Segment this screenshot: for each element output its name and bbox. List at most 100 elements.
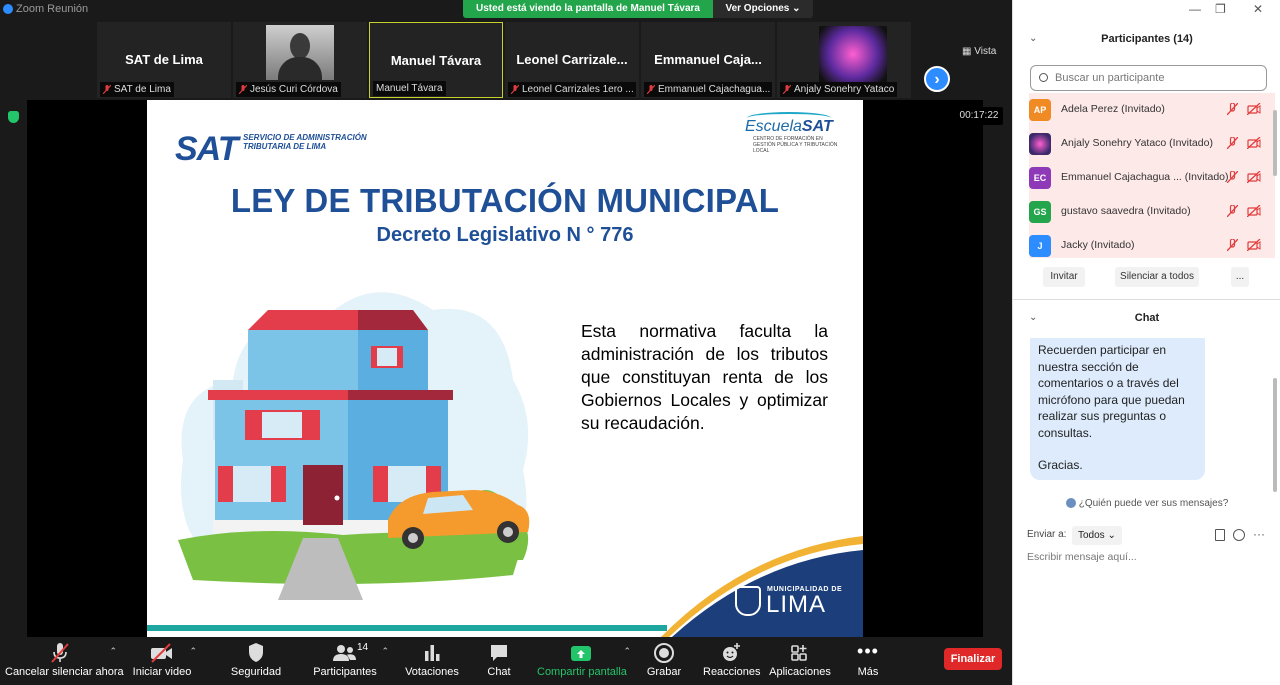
escuela-sat-logo: EscuelaSAT CENTRO DE FORMACIÓN EN GESTIÓ… [745, 112, 841, 154]
side-panel: — ❐ ✕ ⌄ Participantes (14) Buscar un par… [1012, 0, 1280, 685]
thumb-label: Anjaly Sonehry Yataco [780, 82, 898, 97]
thumb-name: Manuel Távara [390, 53, 482, 68]
slide-body-text: Esta normativa faculta la administración… [581, 321, 828, 433]
send-to-label: Enviar a: [1027, 529, 1067, 540]
thumb-label: Jesús Curi Córdova [236, 82, 341, 97]
participants-more-button[interactable]: ... [1231, 267, 1249, 287]
participant-row[interactable]: J Jacky (Invitado) [1029, 229, 1275, 258]
chevron-down-icon[interactable]: ⌄ [1029, 307, 1037, 329]
chevron-up-icon[interactable]: ⌃ [189, 646, 197, 657]
muted-mic-icon[interactable] [1227, 137, 1238, 149]
minimize-icon[interactable]: — [1189, 2, 1201, 16]
video-off-icon: ⌃ [131, 640, 197, 666]
shield-icon[interactable] [8, 111, 19, 123]
muted-mic-icon[interactable] [1227, 103, 1238, 115]
video-off-icon[interactable] [1247, 137, 1261, 149]
chat-message: Recuerden participar en nuestra sección … [1030, 338, 1205, 480]
participant-row[interactable]: EC Emmanuel Cajachagua ... (Invitado) [1029, 161, 1275, 195]
next-page-button[interactable]: › [924, 66, 950, 92]
apps-button[interactable]: Aplicaciones [769, 637, 831, 685]
shared-screen-area: 00:17:22 SAT SERVICIO DE ADMINISTRACIÓN … [0, 99, 1012, 637]
participant-row[interactable]: Anjaly Sonehry Yataco (Invitado) [1029, 127, 1275, 161]
close-icon[interactable]: ✕ [1253, 2, 1263, 16]
video-off-icon[interactable] [1247, 205, 1261, 217]
end-meeting-button[interactable]: Finalizar [944, 648, 1002, 670]
avatar: J [1029, 235, 1051, 257]
participant-avatar-image [819, 26, 887, 82]
chat-bubble-icon [480, 640, 518, 666]
chat-scrollbar[interactable] [1273, 378, 1277, 492]
mute-all-button[interactable]: Silenciar a todos [1115, 267, 1199, 287]
invite-button[interactable]: Invitar [1043, 267, 1085, 287]
participant-name: Adela Perez (Invitado) [1061, 103, 1165, 115]
screen-share-banner: Usted está viendo la pantalla de Manuel … [463, 0, 713, 18]
avatar [1029, 133, 1051, 155]
file-icon[interactable] [1215, 529, 1225, 541]
thumb-name: SAT de Lima [125, 52, 203, 67]
emoji-icon[interactable] [1233, 529, 1245, 541]
video-thumb-active-speaker[interactable]: Manuel Távara Manuel Távara [369, 22, 503, 98]
more-dots-icon: ••• [857, 641, 879, 661]
restore-icon[interactable]: ❐ [1215, 2, 1226, 16]
video-thumb[interactable]: SAT de Lima SAT de Lima [97, 22, 231, 98]
avatar: GS [1029, 201, 1051, 223]
muted-mic-icon[interactable] [1227, 205, 1238, 217]
video-off-icon[interactable] [1247, 103, 1261, 115]
participant-photo [266, 25, 334, 80]
participants-button[interactable]: 14 ⌃ Participantes [311, 637, 389, 685]
bar-chart-icon [404, 640, 460, 666]
participant-row[interactable]: GS gustavo saavedra (Invitado) [1029, 195, 1275, 229]
chevron-up-icon[interactable]: ⌃ [109, 646, 117, 657]
more-options-icon[interactable]: ··· [1253, 527, 1265, 541]
chat-header[interactable]: ⌄ Chat [1013, 307, 1280, 329]
view-button[interactable]: ▦ Vista [962, 46, 996, 57]
thumb-label: Manuel Távara [373, 81, 446, 96]
participant-name: Anjaly Sonehry Yataco (Invitado) [1061, 137, 1213, 149]
video-thumb[interactable]: Leonel Carrizale... Leonel Carrizales 1e… [505, 22, 639, 98]
muted-mic-icon [511, 85, 519, 94]
grid-icon: ▦ [962, 46, 975, 57]
chevron-right-icon: › [934, 71, 940, 88]
participant-name: Jacky (Invitado) [1061, 239, 1135, 251]
video-thumbnail-strip: SAT de Lima SAT de Lima Jesús Curi Córdo… [0, 19, 1012, 99]
video-thumb[interactable]: Emmanuel Caja... Emmanuel Cajachagua... [641, 22, 775, 98]
share-screen-button[interactable]: ⌃ Compartir pantalla [537, 637, 631, 685]
house-illustration [178, 292, 530, 600]
mute-button[interactable]: ⌃ Cancelar silenciar ahora [5, 637, 124, 685]
window-title: Zoom Reunión [16, 3, 89, 15]
chat-message-input[interactable]: Escribir mensaje aquí... [1027, 551, 1137, 563]
participants-header[interactable]: ⌄ Participantes (14) [1013, 28, 1280, 50]
meeting-timer: 00:17:22 [955, 107, 1003, 125]
chat-button[interactable]: Chat [480, 637, 518, 685]
muted-mic-icon[interactable] [1227, 239, 1238, 251]
participants-scrollbar[interactable] [1273, 110, 1277, 176]
video-thumb[interactable]: Anjaly Sonehry Yataco [777, 22, 911, 98]
reactions-button[interactable]: Reacciones [703, 637, 760, 685]
recipient-select[interactable]: Todos ⌄ [1072, 526, 1122, 545]
slide-subtitle: Decreto Legislativo N ° 776 [376, 224, 634, 246]
apps-icon [769, 640, 831, 666]
view-options-button[interactable]: Ver Opciones ⌄ [713, 0, 813, 18]
shield-icon [226, 640, 286, 666]
chevron-up-icon[interactable]: ⌃ [623, 646, 631, 657]
polls-button[interactable]: Votaciones [404, 637, 460, 685]
muted-mic-icon[interactable] [1227, 171, 1238, 183]
start-video-button[interactable]: ⌃ Iniciar video [131, 637, 197, 685]
participants-icon: 14 ⌃ [311, 640, 389, 666]
participant-search-input[interactable]: Buscar un participante [1030, 65, 1267, 91]
presentation-slide: SAT SERVICIO DE ADMINISTRACIÓN TRIBUTARI… [147, 100, 863, 637]
record-button[interactable]: Grabar [644, 637, 684, 685]
chevron-up-icon[interactable]: ⌃ [381, 646, 389, 657]
avatar: EC [1029, 167, 1051, 189]
video-off-icon[interactable] [1247, 239, 1261, 251]
slide-bottom-bar [147, 625, 667, 631]
chevron-down-icon[interactable]: ⌄ [1029, 28, 1037, 50]
video-thumb[interactable]: Jesús Curi Córdova [233, 22, 367, 98]
who-can-see-link[interactable]: ¿Quién puede ver sus mensajes? [1013, 498, 1280, 509]
security-button[interactable]: Seguridad [226, 637, 286, 685]
participant-row[interactable]: AP Adela Perez (Invitado) [1029, 93, 1275, 127]
thumb-name: Leonel Carrizale... [516, 52, 628, 67]
video-off-icon[interactable] [1247, 171, 1261, 183]
more-button[interactable]: ••• Más [852, 637, 884, 685]
thumb-name: Emmanuel Caja... [654, 52, 762, 67]
